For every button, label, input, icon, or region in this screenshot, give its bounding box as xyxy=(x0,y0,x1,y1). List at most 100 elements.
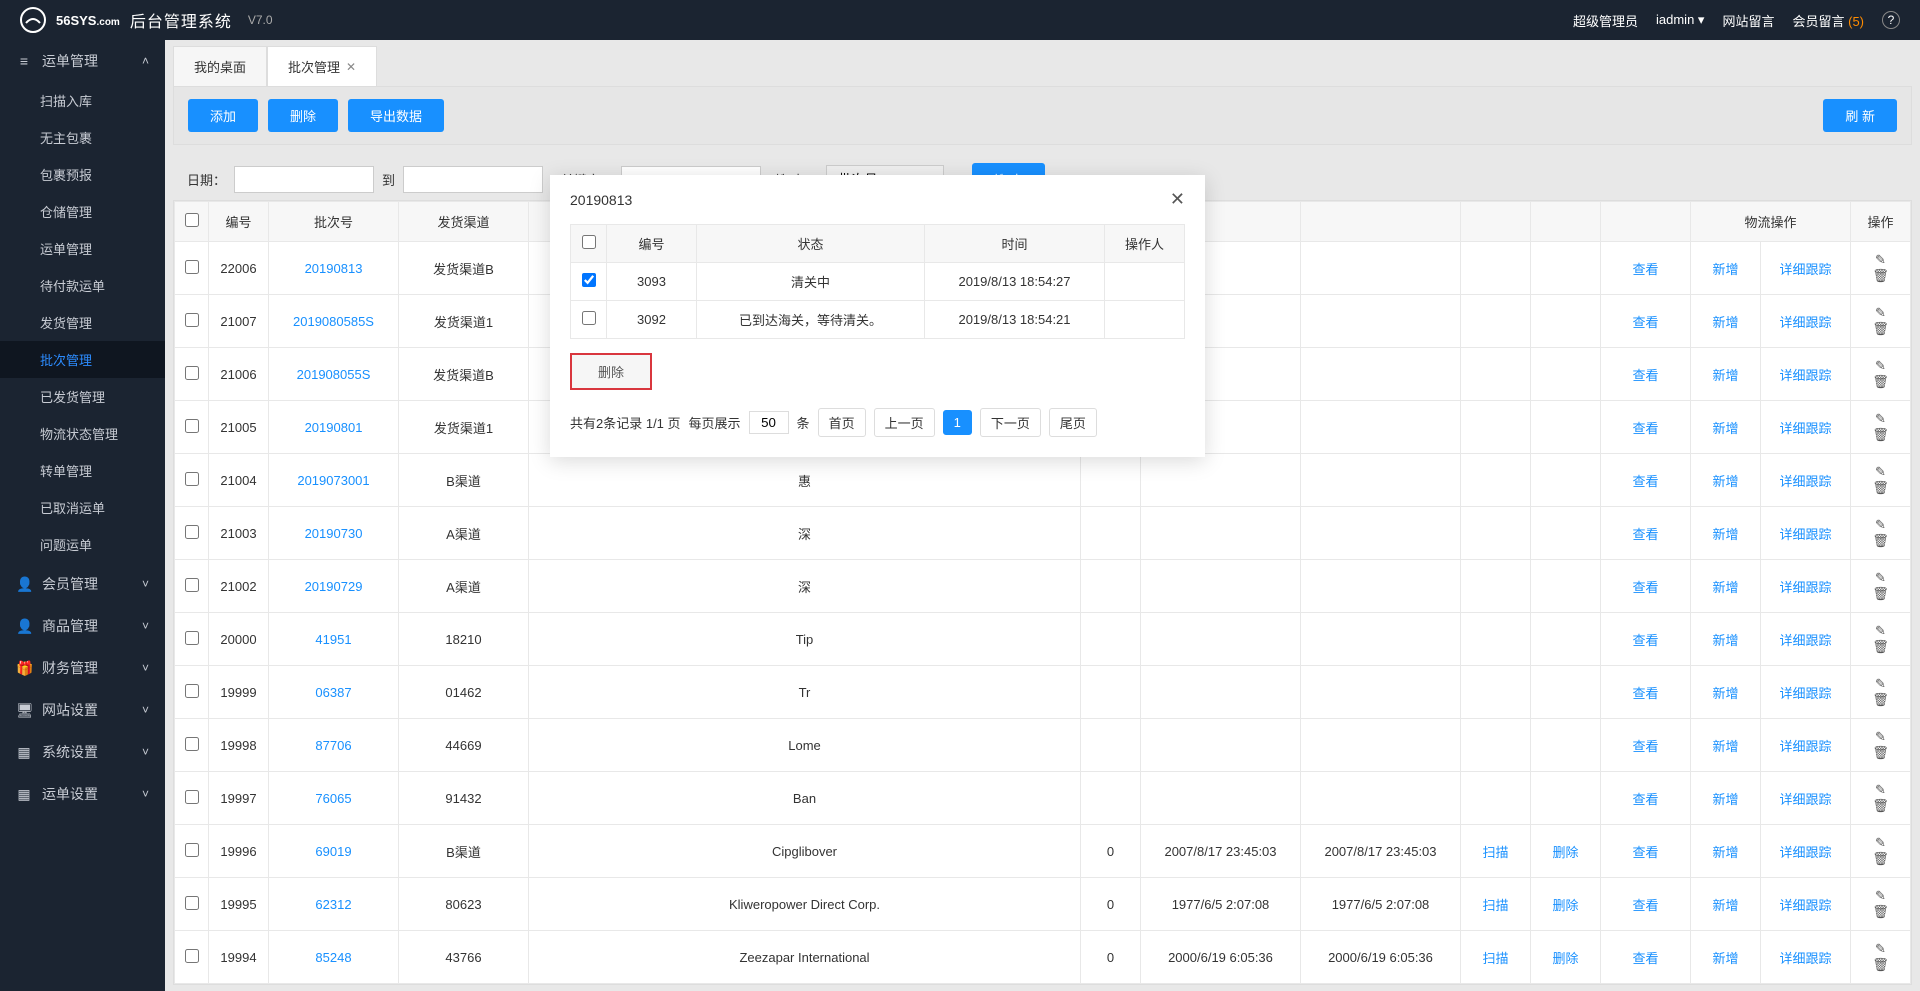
sidebar-sub-item[interactable]: 包裹预报 xyxy=(0,156,165,193)
track-link[interactable]: 详细跟踪 xyxy=(1779,898,1831,913)
help-icon[interactable]: ? xyxy=(1882,11,1900,29)
sidebar-sub-item[interactable]: 批次管理 xyxy=(0,341,165,378)
track-link[interactable]: 详细跟踪 xyxy=(1779,739,1831,754)
sidebar-sub-item[interactable]: 转单管理 xyxy=(0,452,165,489)
batch-link[interactable]: 69019 xyxy=(315,844,351,859)
row-checkbox[interactable] xyxy=(185,790,199,804)
row-checkbox[interactable] xyxy=(185,949,199,963)
trash-icon[interactable]: 🗑 xyxy=(1872,480,1889,495)
batch-link[interactable]: 201908055S xyxy=(297,367,371,382)
row-delete-link[interactable]: 删除 xyxy=(1552,845,1578,860)
edit-icon[interactable]: ✎ xyxy=(1875,623,1886,638)
modal-delete-button[interactable]: 删除 xyxy=(570,353,652,390)
tab[interactable]: 我的桌面 xyxy=(173,46,267,86)
view-link[interactable]: 查看 xyxy=(1632,262,1658,277)
edit-icon[interactable]: ✎ xyxy=(1875,782,1886,797)
view-link[interactable]: 查看 xyxy=(1632,368,1658,383)
new-link[interactable]: 新增 xyxy=(1712,527,1738,542)
close-icon[interactable]: ✕ xyxy=(346,60,356,74)
track-link[interactable]: 详细跟踪 xyxy=(1779,951,1831,966)
pager-first[interactable]: 首页 xyxy=(818,408,866,437)
edit-icon[interactable]: ✎ xyxy=(1875,305,1886,320)
new-link[interactable]: 新增 xyxy=(1712,951,1738,966)
scan-link[interactable]: 扫描 xyxy=(1482,845,1508,860)
edit-icon[interactable]: ✎ xyxy=(1875,252,1886,267)
sidebar-menu[interactable]: ≡运单管理˄ xyxy=(0,40,165,82)
sidebar-sub-item[interactable]: 运单管理 xyxy=(0,230,165,267)
track-link[interactable]: 详细跟踪 xyxy=(1779,368,1831,383)
new-link[interactable]: 新增 xyxy=(1712,421,1738,436)
view-link[interactable]: 查看 xyxy=(1632,315,1658,330)
trash-icon[interactable]: 🗑 xyxy=(1872,798,1889,813)
pager-perpage-input[interactable] xyxy=(749,411,789,434)
batch-link[interactable]: 2019073001 xyxy=(297,473,369,488)
member-msg-link[interactable]: 会员留言 (5) xyxy=(1792,11,1864,30)
new-link[interactable]: 新增 xyxy=(1712,845,1738,860)
date-from-input[interactable] xyxy=(234,166,374,193)
new-link[interactable]: 新增 xyxy=(1712,633,1738,648)
refresh-button[interactable]: 刷 新 xyxy=(1823,99,1897,132)
row-checkbox[interactable] xyxy=(185,260,199,274)
view-link[interactable]: 查看 xyxy=(1632,421,1658,436)
edit-icon[interactable]: ✎ xyxy=(1875,411,1886,426)
track-link[interactable]: 详细跟踪 xyxy=(1779,421,1831,436)
row-delete-link[interactable]: 删除 xyxy=(1552,951,1578,966)
track-link[interactable]: 详细跟踪 xyxy=(1779,633,1831,648)
track-link[interactable]: 详细跟踪 xyxy=(1779,474,1831,489)
view-link[interactable]: 查看 xyxy=(1632,739,1658,754)
select-all-checkbox[interactable] xyxy=(185,213,199,227)
edit-icon[interactable]: ✎ xyxy=(1875,729,1886,744)
batch-link[interactable]: 76065 xyxy=(315,791,351,806)
row-checkbox[interactable] xyxy=(185,631,199,645)
scan-link[interactable]: 扫描 xyxy=(1482,951,1508,966)
trash-icon[interactable]: 🗑 xyxy=(1872,321,1889,336)
sidebar-sub-item[interactable]: 问题运单 xyxy=(0,526,165,563)
new-link[interactable]: 新增 xyxy=(1712,739,1738,754)
view-link[interactable]: 查看 xyxy=(1632,845,1658,860)
edit-icon[interactable]: ✎ xyxy=(1875,676,1886,691)
new-link[interactable]: 新增 xyxy=(1712,315,1738,330)
export-button[interactable]: 导出数据 xyxy=(348,99,444,132)
site-msg-link[interactable]: 网站留言 xyxy=(1722,11,1774,30)
add-button[interactable]: 添加 xyxy=(188,99,258,132)
batch-link[interactable]: 62312 xyxy=(315,897,351,912)
batch-link[interactable]: 20190729 xyxy=(305,579,363,594)
track-link[interactable]: 详细跟踪 xyxy=(1779,686,1831,701)
pager-last[interactable]: 尾页 xyxy=(1049,408,1097,437)
edit-icon[interactable]: ✎ xyxy=(1875,941,1886,956)
new-link[interactable]: 新增 xyxy=(1712,262,1738,277)
edit-icon[interactable]: ✎ xyxy=(1875,358,1886,373)
trash-icon[interactable]: 🗑 xyxy=(1872,745,1889,760)
view-link[interactable]: 查看 xyxy=(1632,951,1658,966)
row-checkbox[interactable] xyxy=(185,896,199,910)
sidebar-sub-item[interactable]: 物流状态管理 xyxy=(0,415,165,452)
row-checkbox[interactable] xyxy=(185,419,199,433)
trash-icon[interactable]: 🗑 xyxy=(1872,904,1889,919)
trash-icon[interactable]: 🗑 xyxy=(1872,639,1889,654)
sidebar-sub-item[interactable]: 已发货管理 xyxy=(0,378,165,415)
trash-icon[interactable]: 🗑 xyxy=(1872,692,1889,707)
username-dropdown[interactable]: iadmin ▾ xyxy=(1656,12,1704,28)
sidebar-sub-item[interactable]: 无主包裹 xyxy=(0,119,165,156)
track-link[interactable]: 详细跟踪 xyxy=(1779,315,1831,330)
batch-link[interactable]: 20190730 xyxy=(305,526,363,541)
view-link[interactable]: 查看 xyxy=(1632,898,1658,913)
new-link[interactable]: 新增 xyxy=(1712,686,1738,701)
row-delete-link[interactable]: 删除 xyxy=(1552,898,1578,913)
track-link[interactable]: 详细跟踪 xyxy=(1779,845,1831,860)
row-checkbox[interactable] xyxy=(185,525,199,539)
row-checkbox[interactable] xyxy=(185,366,199,380)
trash-icon[interactable]: 🗑 xyxy=(1872,374,1889,389)
batch-link[interactable]: 87706 xyxy=(315,738,351,753)
delete-button[interactable]: 删除 xyxy=(268,99,338,132)
track-link[interactable]: 详细跟踪 xyxy=(1779,792,1831,807)
new-link[interactable]: 新增 xyxy=(1712,898,1738,913)
trash-icon[interactable]: 🗑 xyxy=(1872,851,1889,866)
view-link[interactable]: 查看 xyxy=(1632,474,1658,489)
sidebar-menu[interactable]: 🖥网站设置˅ xyxy=(0,689,165,731)
sidebar-sub-item[interactable]: 仓储管理 xyxy=(0,193,165,230)
edit-icon[interactable]: ✎ xyxy=(1875,835,1886,850)
sidebar-sub-item[interactable]: 发货管理 xyxy=(0,304,165,341)
scan-link[interactable]: 扫描 xyxy=(1482,898,1508,913)
pager-prev[interactable]: 上一页 xyxy=(874,408,935,437)
